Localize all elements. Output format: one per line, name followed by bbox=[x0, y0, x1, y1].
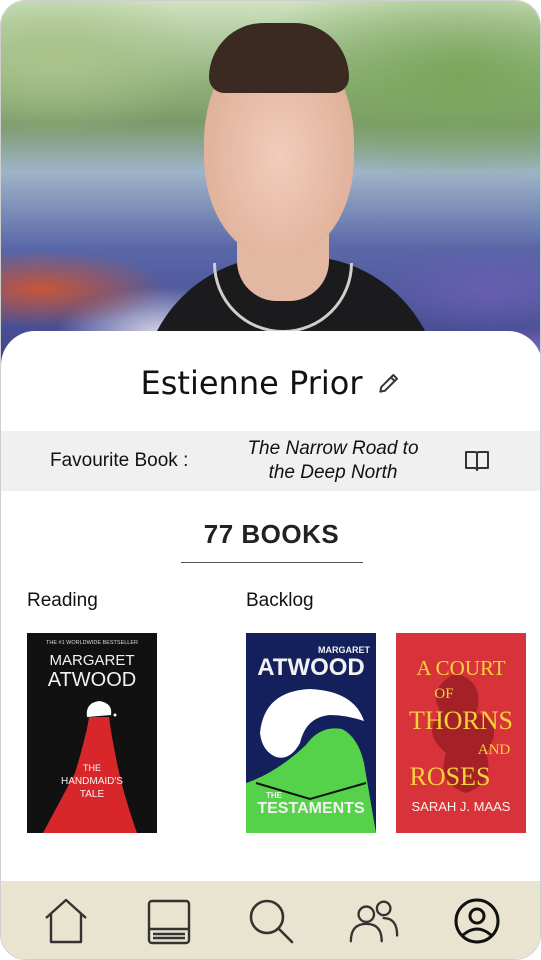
home-icon bbox=[45, 898, 88, 944]
profile-name: Estienne Prior bbox=[140, 364, 363, 402]
backlog-shelf-title: Backlog bbox=[246, 590, 314, 611]
cover-author: ATWOOD bbox=[48, 669, 137, 691]
edit-pencil-icon[interactable] bbox=[376, 370, 402, 396]
favourite-title-line: the Deep North bbox=[268, 462, 398, 483]
book-cover-acotar[interactable]: A COURT OF THORNS AND ROSES SARAH J. MAA… bbox=[396, 633, 526, 833]
favourite-book-label: Favourite Book : bbox=[50, 450, 189, 471]
nav-search[interactable] bbox=[244, 894, 298, 948]
cover-title: THE bbox=[83, 763, 101, 773]
cover-title: OF bbox=[434, 686, 453, 702]
cover-title: TALE bbox=[80, 789, 105, 800]
cover-title: ROSES bbox=[410, 762, 491, 791]
nav-home[interactable] bbox=[39, 894, 93, 948]
nav-profile[interactable] bbox=[450, 894, 504, 948]
profile-card: Estienne Prior Favourite Book : The Narr… bbox=[1, 331, 540, 959]
favourite-title-line: The Narrow Road to bbox=[247, 438, 419, 459]
cover-title: HANDMAID'S bbox=[61, 776, 123, 787]
cover-title: THORNS bbox=[409, 706, 513, 735]
friends-icon bbox=[349, 900, 399, 943]
book-cover-handmaids-tale[interactable]: THE #1 WORLDWIDE BESTSELLER MARGARET ATW… bbox=[27, 633, 157, 833]
book-count[interactable]: 77 BOOKS bbox=[1, 519, 540, 550]
search-icon bbox=[250, 899, 294, 944]
cover-author: SARAH J. MAAS bbox=[412, 799, 511, 814]
cover-tagline: THE #1 WORLDWIDE BESTSELLER bbox=[46, 640, 138, 646]
cover-author: MARGARET bbox=[49, 652, 134, 669]
bottom-nav bbox=[1, 881, 540, 959]
cover-title: A COURT bbox=[416, 656, 505, 680]
cover-author: ATWOOD bbox=[257, 654, 365, 681]
nav-friends[interactable] bbox=[347, 894, 401, 948]
book-cover-the-testaments[interactable]: MARGARET ATWOOD THE TESTAMENTS bbox=[246, 633, 376, 833]
book-count-underline bbox=[181, 562, 363, 563]
cover-title: TESTAMENTS bbox=[257, 800, 365, 817]
reading-shelf-title: Reading bbox=[27, 590, 98, 611]
open-book-icon[interactable] bbox=[463, 448, 491, 474]
nav-library[interactable] bbox=[142, 894, 196, 948]
profile-icon bbox=[454, 898, 500, 944]
favourite-book-title[interactable]: The Narrow Road to the Deep North bbox=[227, 437, 439, 485]
book-icon bbox=[147, 899, 191, 945]
favourite-book-band: Favourite Book : The Narrow Road to the … bbox=[1, 431, 540, 491]
profile-photo bbox=[1, 1, 540, 381]
name-row: Estienne Prior bbox=[1, 361, 540, 405]
cover-title: AND bbox=[478, 742, 511, 758]
cover-title: THE bbox=[266, 791, 283, 800]
profile-screen: Estienne Prior Favourite Book : The Narr… bbox=[0, 0, 541, 960]
